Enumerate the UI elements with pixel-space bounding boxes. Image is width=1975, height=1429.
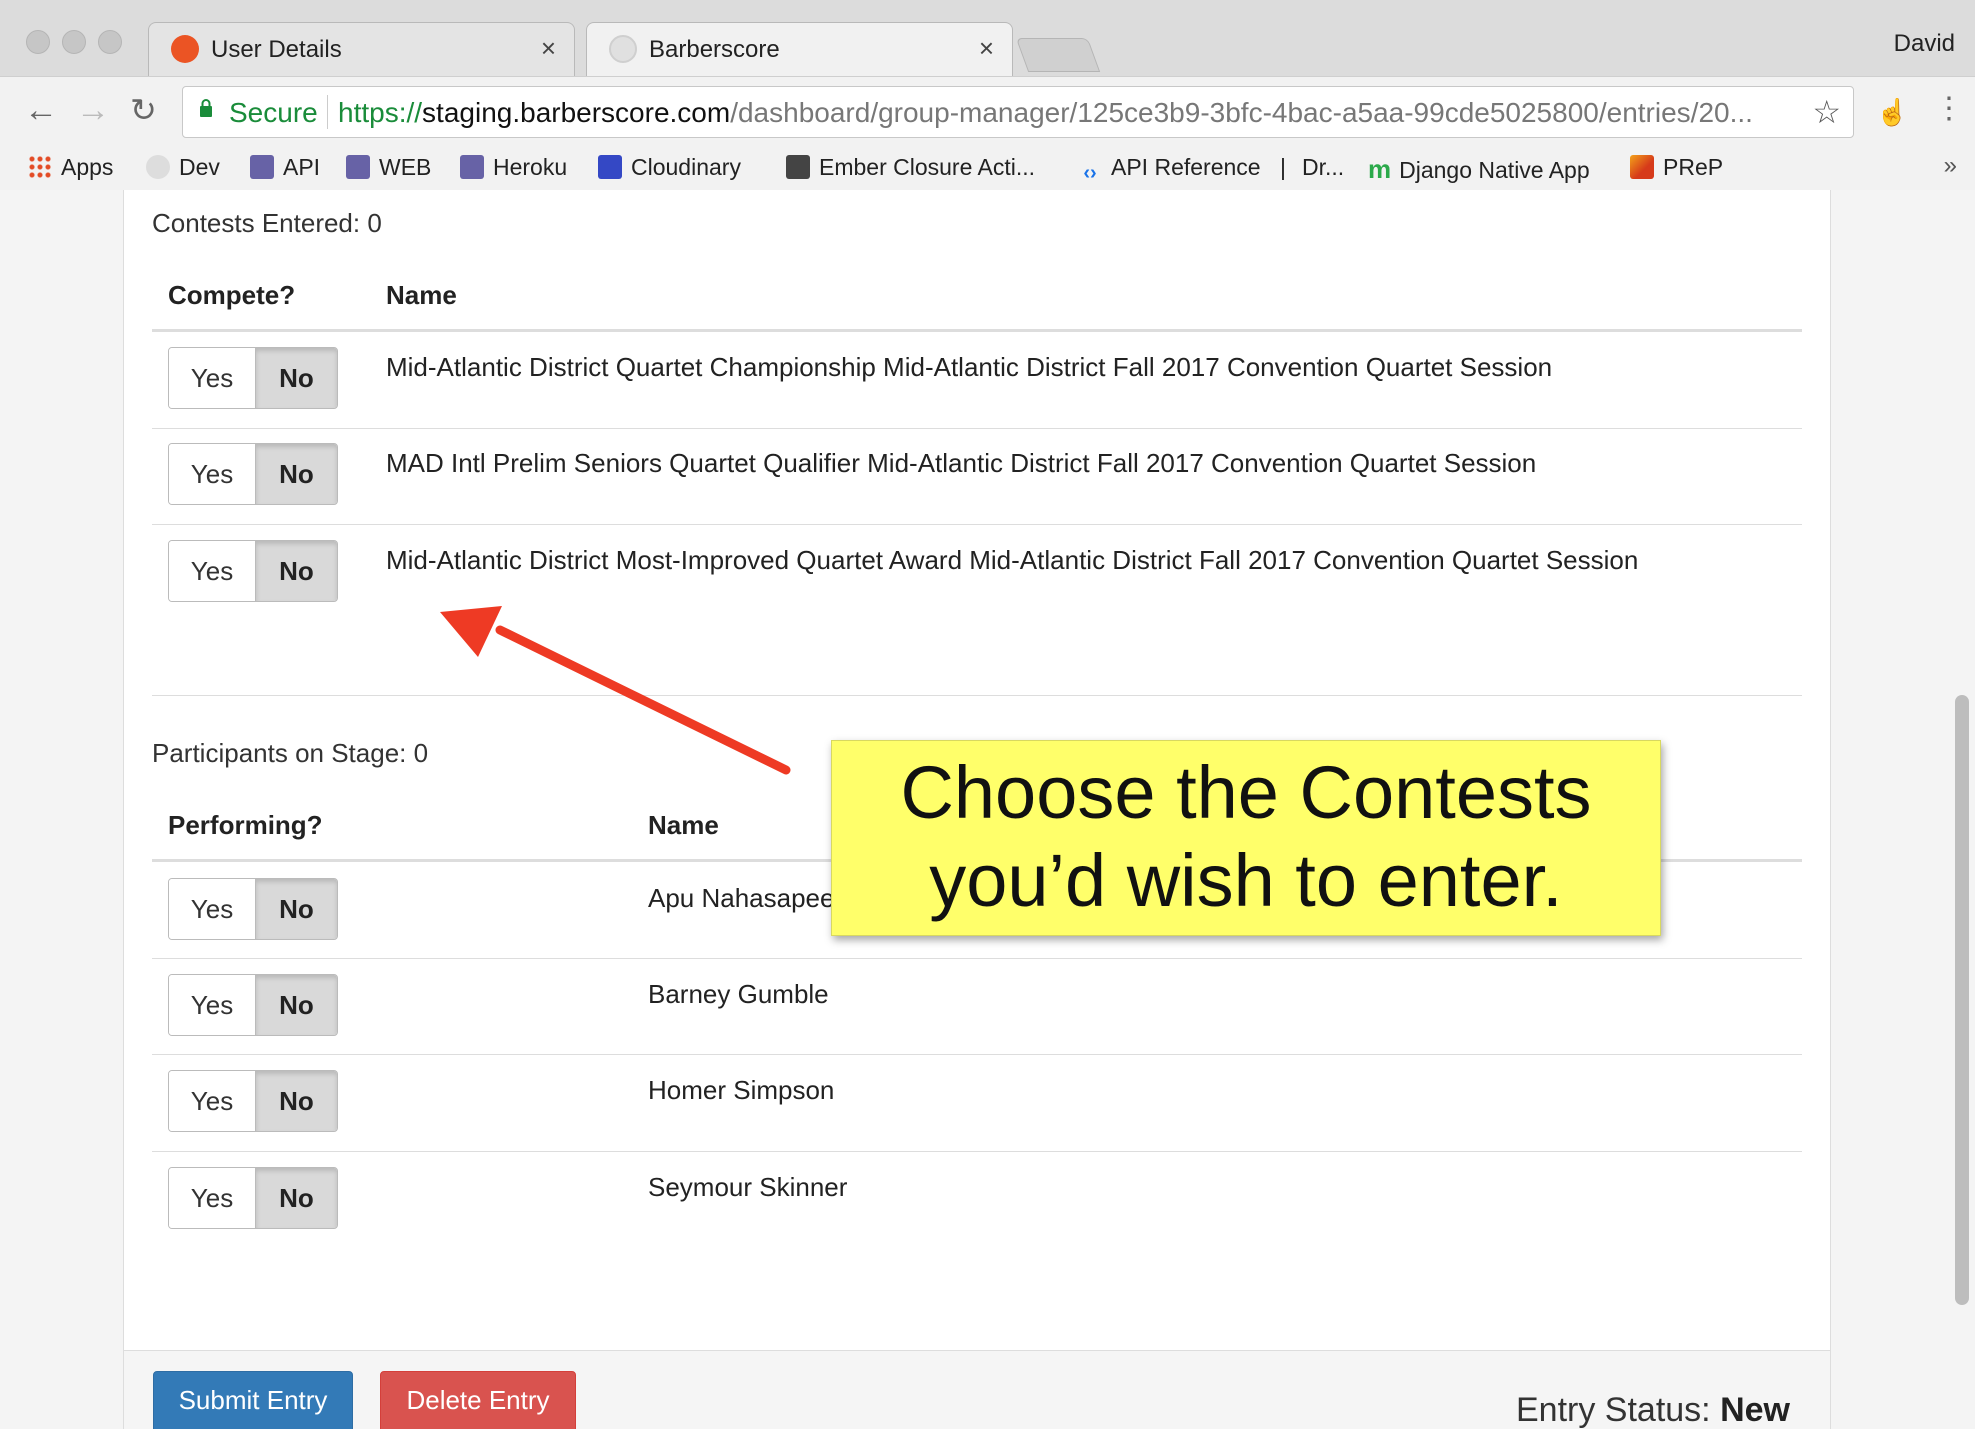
annotation-callout: Choose the Contests you’d wish to enter.: [831, 740, 1661, 936]
callout-text: Choose the Contests you’d wish to enter.: [900, 751, 1592, 922]
annotation-arrow: [440, 606, 791, 775]
